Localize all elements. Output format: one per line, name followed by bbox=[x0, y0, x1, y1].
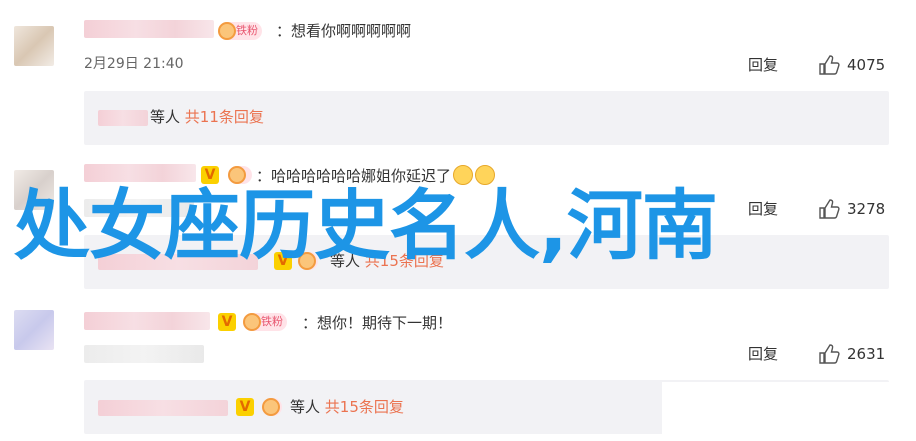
avatar[interactable] bbox=[14, 310, 54, 350]
avatar[interactable] bbox=[14, 26, 54, 66]
username[interactable] bbox=[84, 312, 210, 330]
fan-pig-icon bbox=[262, 398, 280, 416]
fan-badge bbox=[262, 398, 282, 416]
reply-button[interactable]: 回复 bbox=[748, 344, 778, 364]
like-count: 4075 bbox=[847, 56, 886, 74]
fan-pig-icon bbox=[243, 313, 261, 331]
comment-text: ：想你！期待下一期！ bbox=[302, 314, 453, 332]
fan-pig-icon bbox=[218, 22, 236, 40]
reply-button[interactable]: 回复 bbox=[748, 55, 778, 75]
reply-summary[interactable]: 等人 共15条回复 bbox=[290, 397, 404, 417]
reply-preview[interactable]: 等人 共11条回复 bbox=[84, 91, 889, 145]
reply-count-link[interactable]: 共15条回复 bbox=[325, 398, 404, 416]
fan-badge: 铁粉 bbox=[218, 22, 262, 40]
thumbs-up-icon[interactable] bbox=[818, 54, 840, 76]
reply-count-link[interactable]: 共11条回复 bbox=[185, 108, 264, 126]
thumbs-up-icon[interactable] bbox=[818, 343, 840, 365]
fan-badge: 铁粉 bbox=[243, 313, 287, 331]
vip-v-icon: V bbox=[236, 398, 254, 416]
overlay-title: 处女座历史名人,河南 bbox=[14, 181, 718, 270]
comment-time bbox=[84, 345, 204, 363]
username[interactable] bbox=[84, 20, 214, 38]
reply-usernames bbox=[98, 400, 228, 416]
vip-v-icon: V bbox=[218, 313, 236, 331]
white-patch bbox=[662, 382, 916, 441]
reply-summary[interactable]: 等人 共11条回复 bbox=[150, 107, 264, 127]
reply-usernames bbox=[98, 110, 148, 126]
like-count: 2631 bbox=[847, 345, 886, 363]
comment-time: 2月29日 21:40 bbox=[84, 56, 184, 72]
comment-text: ：想看你啊啊啊啊啊 bbox=[276, 22, 412, 40]
